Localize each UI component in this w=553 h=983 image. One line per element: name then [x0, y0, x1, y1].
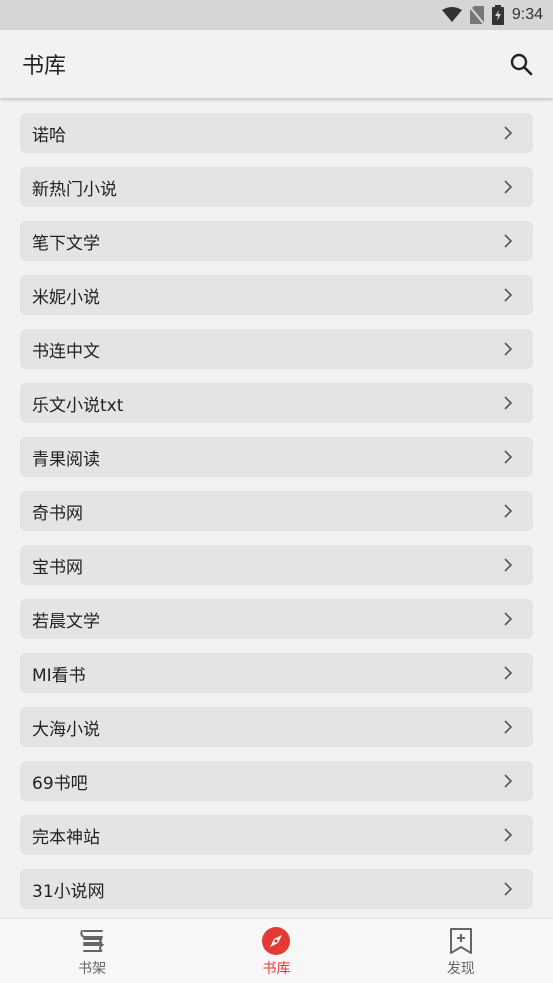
battery-charging-icon — [491, 5, 504, 25]
list-item-label: 若晨文学 — [32, 611, 100, 632]
page-title: 书库 — [22, 54, 67, 79]
list-item-label: 诺哈 — [32, 125, 66, 146]
chevron-right-icon — [503, 450, 517, 464]
bottom-nav: 书架 书库 发现 — [0, 918, 553, 983]
chevron-right-icon — [503, 720, 517, 734]
list-item-label: 新热门小说 — [32, 179, 117, 200]
list-item-label: 完本神站 — [32, 827, 100, 848]
tab-label: 书架 — [78, 961, 107, 977]
list-item[interactable]: 新热门小说 — [20, 167, 533, 207]
chevron-right-icon — [503, 774, 517, 788]
list-item-label: 宝书网 — [32, 557, 83, 578]
chevron-right-icon — [503, 396, 517, 410]
list-item-label: 69书吧 — [32, 773, 88, 794]
compass-icon — [261, 926, 291, 956]
list-item-label: 米妮小说 — [32, 287, 100, 308]
source-list: 诺哈 新热门小说 笔下文学 米妮小说 书连中文 乐文小说txt 青果阅读 奇书网… — [0, 98, 553, 918]
chevron-right-icon — [503, 882, 517, 896]
bookshelf-icon — [77, 926, 107, 956]
no-sim-icon — [469, 6, 484, 24]
chevron-right-icon — [503, 342, 517, 356]
list-item[interactable]: 米妮小说 — [20, 275, 533, 315]
list-item[interactable]: 奇书网 — [20, 491, 533, 531]
list-item[interactable]: 乐文小说txt — [20, 383, 533, 423]
list-item[interactable]: 31小说网 — [20, 869, 533, 909]
chevron-right-icon — [503, 234, 517, 248]
bookmark-add-icon — [446, 926, 476, 956]
list-item[interactable]: 69书吧 — [20, 761, 533, 801]
list-item[interactable]: 青果阅读 — [20, 437, 533, 477]
chevron-right-icon — [503, 558, 517, 572]
list-item-label: 笔下文学 — [32, 233, 100, 254]
chevron-right-icon — [503, 504, 517, 518]
status-time: 9:34 — [511, 6, 543, 23]
chevron-right-icon — [503, 828, 517, 842]
list-item-label: MI看书 — [32, 665, 86, 686]
list-item[interactable]: 书连中文 — [20, 329, 533, 369]
list-item[interactable]: 诺哈 — [20, 113, 533, 153]
tab-label: 书库 — [262, 961, 291, 977]
chevron-right-icon — [503, 666, 517, 680]
list-item-label: 奇书网 — [32, 503, 83, 524]
list-item[interactable]: MI看书 — [20, 653, 533, 693]
status-bar: 9:34 — [0, 0, 553, 30]
list-item-label: 大海小说 — [32, 719, 100, 740]
tab-bookshelf[interactable]: 书架 — [0, 919, 184, 983]
chevron-right-icon — [503, 288, 517, 302]
wifi-icon — [441, 7, 462, 23]
chevron-right-icon — [503, 180, 517, 194]
tab-label: 发现 — [446, 961, 475, 977]
list-item[interactable]: 完本神站 — [20, 815, 533, 855]
list-item-label: 乐文小说txt — [32, 395, 124, 416]
search-icon[interactable] — [507, 50, 535, 78]
list-item[interactable]: 笔下文学 — [20, 221, 533, 261]
tab-library[interactable]: 书库 — [184, 919, 368, 983]
list-item[interactable]: 大海小说 — [20, 707, 533, 747]
app-bar: 书库 — [0, 30, 553, 98]
list-item-label: 31小说网 — [32, 881, 105, 902]
chevron-right-icon — [503, 126, 517, 140]
chevron-right-icon — [503, 612, 517, 626]
tab-discover[interactable]: 发现 — [369, 919, 553, 983]
list-item-label: 书连中文 — [32, 341, 100, 362]
list-item[interactable]: 若晨文学 — [20, 599, 533, 639]
list-item[interactable]: 宝书网 — [20, 545, 533, 585]
list-item-label: 青果阅读 — [32, 449, 100, 470]
